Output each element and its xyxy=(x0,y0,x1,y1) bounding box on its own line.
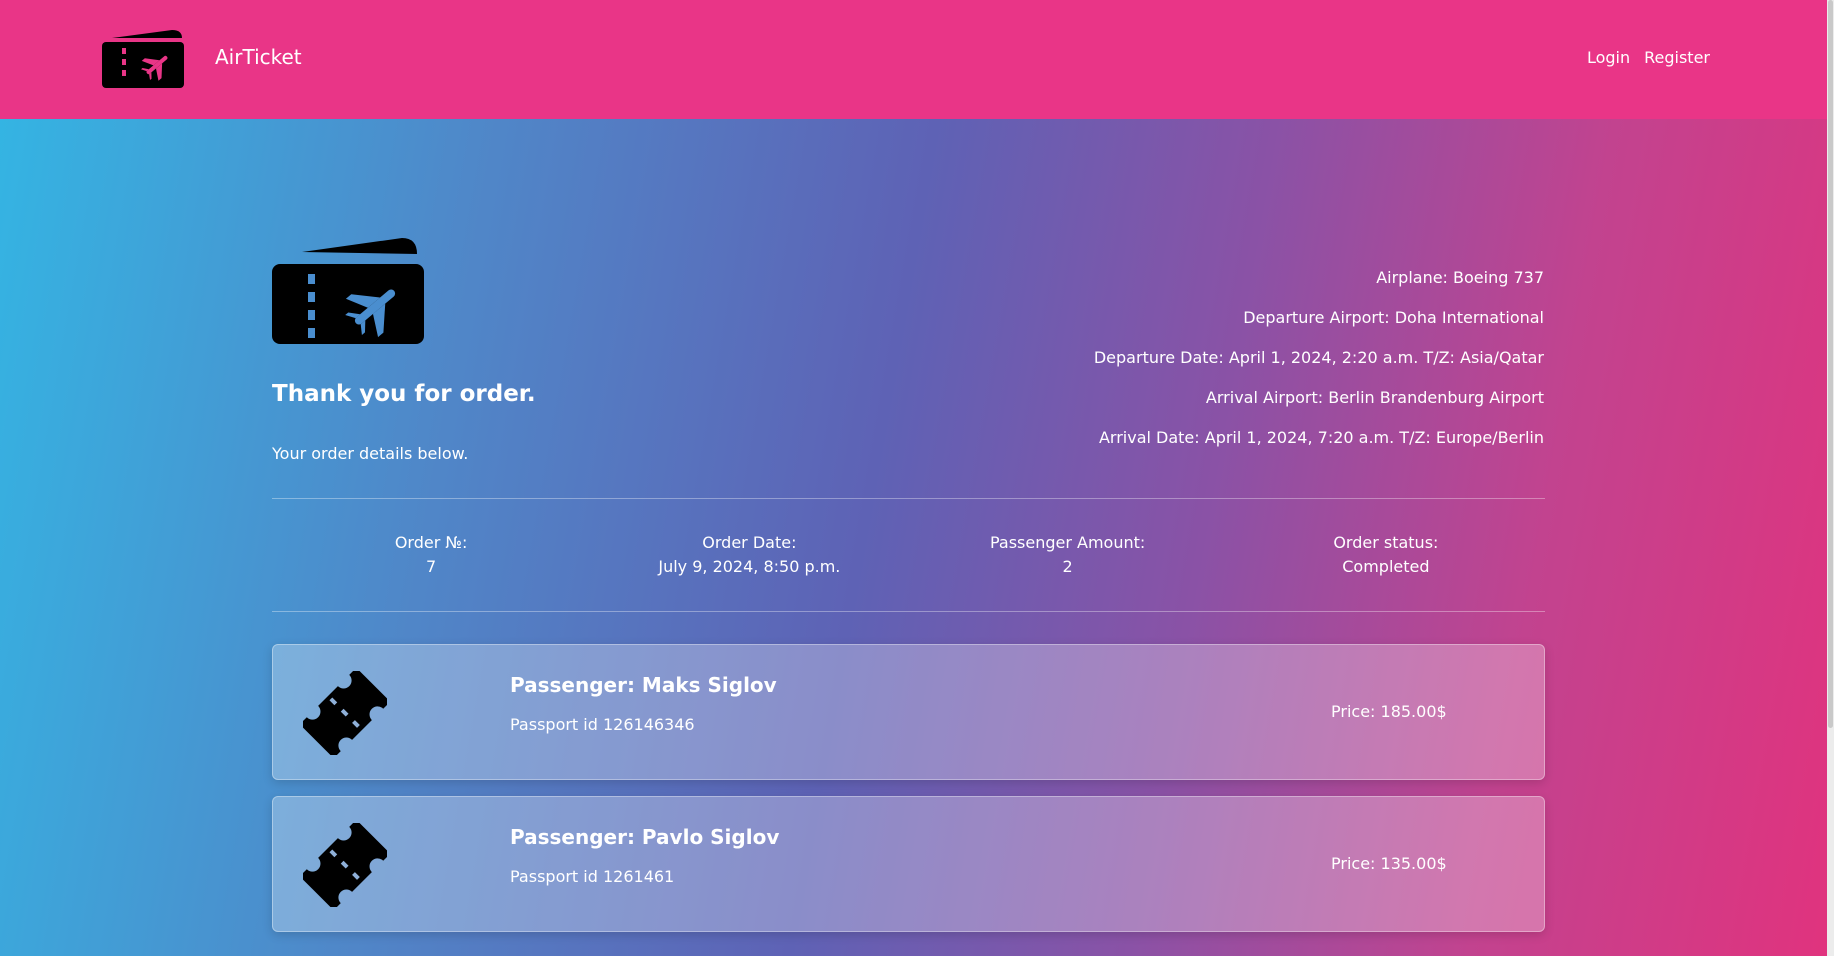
passenger-card: Passenger: Maks Siglov Passport id 12614… xyxy=(272,644,1545,780)
ticket-plane-icon[interactable] xyxy=(102,28,184,88)
order-date: Order Date: July 9, 2024, 8:50 p.m. xyxy=(590,531,908,579)
page-subtitle: Your order details below. xyxy=(272,444,469,463)
airplane-info: Airplane: Boeing 737 xyxy=(1376,268,1544,287)
brand-name[interactable]: AirTicket xyxy=(215,45,302,69)
departure-date: Departure Date: April 1, 2024, 2:20 a.m.… xyxy=(1093,348,1544,367)
scrollbar[interactable] xyxy=(1827,0,1834,956)
order-date-value: July 9, 2024, 8:50 p.m. xyxy=(658,557,841,576)
passport-id: Passport id 126146346 xyxy=(510,715,695,734)
order-status: Order status: Completed xyxy=(1227,531,1545,579)
arrival-airport: Arrival Airport: Berlin Brandenburg Airp… xyxy=(1205,388,1544,407)
ticket-plane-icon xyxy=(272,238,424,344)
order-summary: Order №: 7 Order Date: July 9, 2024, 8:5… xyxy=(272,531,1545,579)
order-date-label: Order Date: xyxy=(702,533,797,552)
passenger-name: Passenger: Pavlo Siglov xyxy=(510,825,780,849)
order-status-value: Completed xyxy=(1342,557,1430,576)
ticket-icon xyxy=(303,823,387,907)
ticket-price: Price: 135.00$ xyxy=(1331,854,1447,873)
passport-id: Passport id 1261461 xyxy=(510,867,675,886)
passenger-amount-value: 2 xyxy=(1062,557,1073,576)
passenger-amount-label: Passenger Amount: xyxy=(989,533,1146,552)
passenger-amount: Passenger Amount: 2 xyxy=(909,531,1227,579)
passenger-card: Passenger: Pavlo Siglov Passport id 1261… xyxy=(272,796,1545,932)
nav-links: Login Register xyxy=(1587,48,1710,67)
departure-airport: Departure Airport: Doha International xyxy=(1243,308,1544,327)
divider xyxy=(272,611,1545,612)
ticket-price: Price: 185.00$ xyxy=(1331,702,1447,721)
divider xyxy=(272,498,1545,499)
flight-details: Airplane: Boeing 737 Departure Airport: … xyxy=(1094,267,1544,467)
order-number-label: Order №: xyxy=(394,533,468,552)
arrival-date: Arrival Date: April 1, 2024, 7:20 a.m. T… xyxy=(1098,428,1544,447)
order-status-label: Order status: xyxy=(1333,533,1439,552)
passenger-name: Passenger: Maks Siglov xyxy=(510,673,777,697)
scrollbar-thumb[interactable] xyxy=(1828,0,1833,728)
navbar: AirTicket Login Register xyxy=(0,0,1827,119)
login-link[interactable]: Login xyxy=(1587,48,1630,67)
ticket-icon xyxy=(303,671,387,755)
order-number-value: 7 xyxy=(426,557,437,576)
register-link[interactable]: Register xyxy=(1644,48,1710,67)
order-number: Order №: 7 xyxy=(272,531,590,579)
page-title: Thank you for order. xyxy=(272,381,536,407)
